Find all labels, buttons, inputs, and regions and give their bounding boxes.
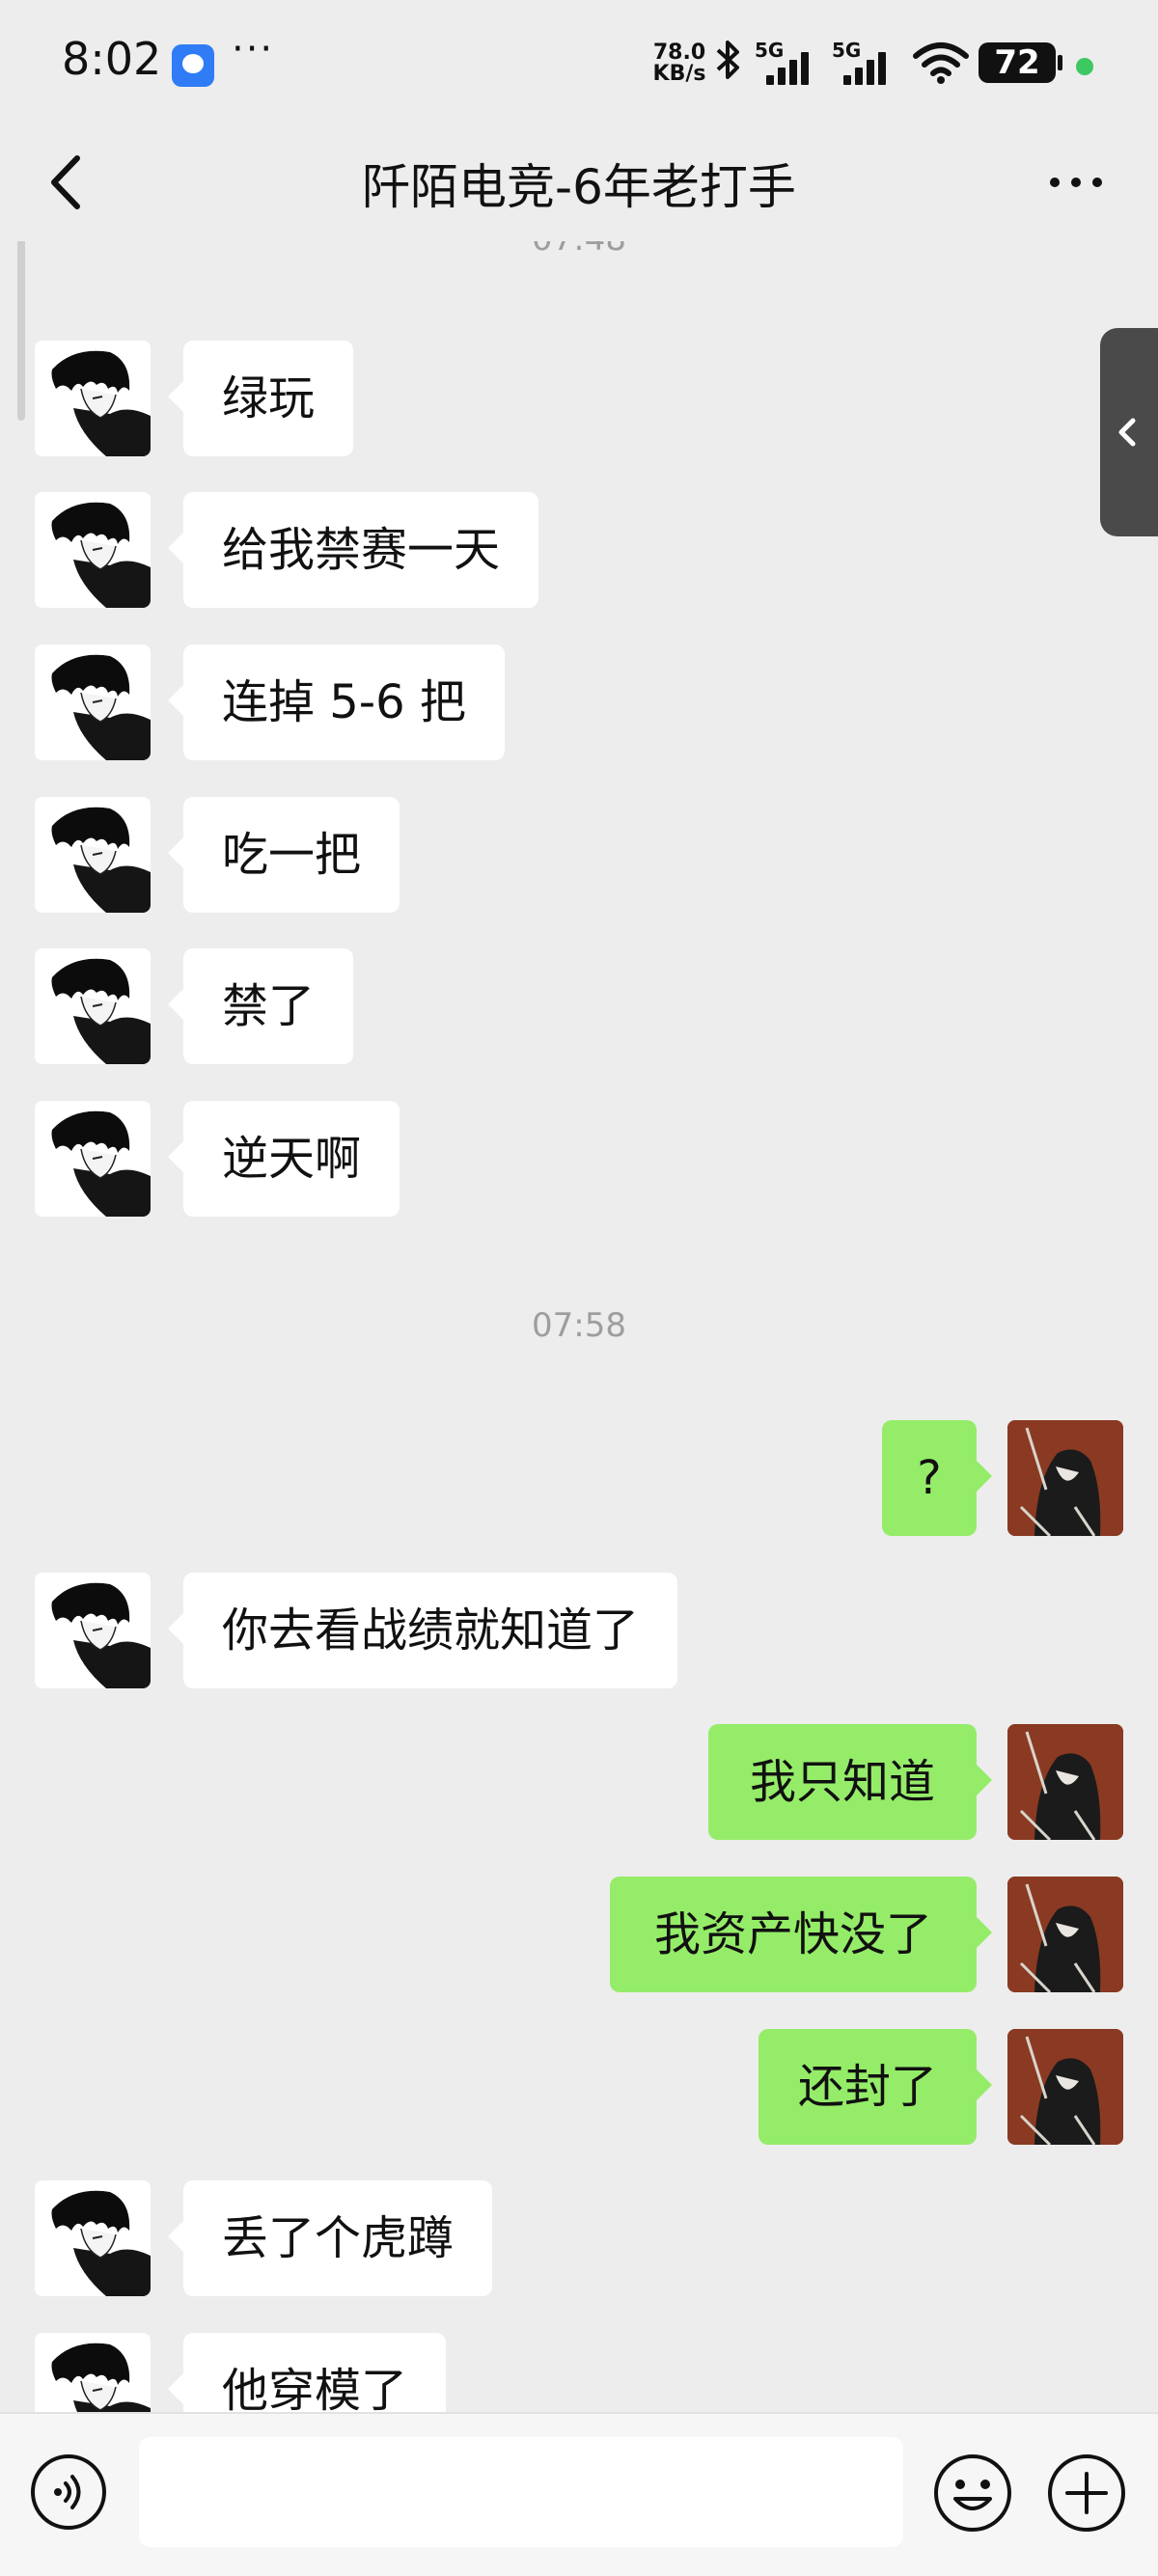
battery-level: 72 (994, 43, 1040, 82)
message-input[interactable] (139, 2437, 903, 2547)
more-options-button[interactable] (1042, 168, 1110, 197)
message-bubble[interactable]: 连掉 5-6 把 (168, 644, 505, 760)
network-speed-unit: KB/s (652, 62, 706, 86)
received-message-row: 丢了个虎蹲 (0, 2180, 1158, 2296)
battery-icon: 72 (979, 42, 1062, 83)
timestamp-partial: 07:48 (0, 241, 1158, 259)
message-bubble[interactable]: 吃一把 (167, 797, 400, 913)
wifi-icon (912, 41, 970, 85)
contact-avatar[interactable] (35, 1573, 151, 1688)
message-list[interactable]: 07:48 绿玩给我禁赛一天连掉 5-6 把吃一把禁了逆天啊? 你去看战绩就知道了… (0, 241, 1158, 2412)
more-functions-button[interactable] (1046, 2453, 1127, 2534)
chevron-left-icon (51, 155, 80, 209)
network-speed-value: 78.0 (652, 41, 706, 65)
signal-5g-icon-1: 5G (755, 39, 822, 87)
contact-avatar[interactable] (35, 644, 151, 760)
received-message-row: 连掉 5-6 把 (0, 644, 1158, 760)
bluetooth-icon (714, 39, 743, 91)
input-bar (0, 2412, 1158, 2576)
contact-avatar[interactable] (35, 341, 151, 456)
side-panel-handle[interactable] (1100, 328, 1158, 536)
sent-message-row: 我只知道 (0, 1724, 1158, 1840)
my-avatar[interactable] (1007, 1420, 1123, 1536)
contact-avatar[interactable] (35, 797, 151, 913)
sent-message-row: ? (0, 1420, 1158, 1536)
contact-avatar[interactable] (35, 2333, 151, 2412)
message-bubble[interactable]: 我资产快没了 (610, 1877, 992, 1992)
message-bubble[interactable]: ? (882, 1420, 992, 1536)
message-bubble[interactable]: 逆天啊 (167, 1101, 400, 1217)
status-bar: 8:02 ··· 78.0 KB/s 5G 5G 72 (0, 0, 1158, 125)
contact-avatar[interactable] (35, 492, 151, 608)
contact-avatar[interactable] (35, 2180, 151, 2296)
message-bubble[interactable]: 我只知道 (708, 1724, 992, 1840)
voice-icon (31, 2454, 106, 2530)
signal-5g-icon-2: 5G (832, 39, 899, 87)
message-bubble[interactable]: 禁了 (167, 948, 354, 1064)
back-button[interactable] (39, 151, 96, 214)
received-message-row: 给我禁赛一天 (0, 492, 1158, 608)
voice-input-button[interactable] (29, 2453, 108, 2532)
charging-dot-icon (1076, 58, 1093, 75)
status-time: 8:02 (62, 33, 162, 85)
sent-message-row: 我资产快没了 (0, 1877, 1158, 1992)
received-message-row: 你去看战绩就知道了 (0, 1573, 1158, 1688)
received-message-row: 逆天啊 (0, 1101, 1158, 1217)
message-bubble[interactable]: 还封了 (758, 2029, 992, 2145)
chat-header: 阡陌电竞-6年老打手 (0, 125, 1158, 241)
message-bubble[interactable]: 给我禁赛一天 (167, 492, 539, 608)
message-bubble[interactable]: 你去看战绩就知道了 (167, 1573, 678, 1688)
my-avatar[interactable] (1007, 1724, 1123, 1840)
network-speed: 78.0 KB/s (648, 42, 710, 85)
emoji-icon (934, 2454, 1011, 2532)
status-more-icon: ··· (232, 27, 275, 71)
message-bubble[interactable]: 他穿模了 (167, 2333, 447, 2412)
my-avatar[interactable] (1007, 2029, 1123, 2145)
emoji-button[interactable] (932, 2453, 1013, 2534)
wechat-chat-screen: 8:02 ··· 78.0 KB/s 5G 5G 72 阡陌电竞-6年老打手 绿… (0, 0, 1158, 2576)
contact-avatar[interactable] (35, 948, 151, 1064)
sent-message-row: 还封了 (0, 2029, 1158, 2145)
plus-icon (1048, 2454, 1125, 2532)
my-avatar[interactable] (1007, 1877, 1123, 1992)
message-bubble[interactable]: 绿玩 (167, 341, 354, 456)
contact-avatar[interactable] (35, 1101, 151, 1217)
received-message-row: 他穿模了 (0, 2333, 1158, 2412)
received-message-row: 绿玩 (0, 341, 1158, 456)
qq-notification-icon (172, 44, 214, 87)
chat-title: 阡陌电竞-6年老打手 (362, 159, 796, 215)
chevron-left-icon (1118, 418, 1136, 447)
received-message-row: 吃一把 (0, 797, 1158, 913)
received-message-row: 禁了 (0, 948, 1158, 1064)
message-bubble[interactable]: 丢了个虎蹲 (167, 2180, 493, 2296)
timestamp: 07:58 (532, 1306, 626, 1345)
